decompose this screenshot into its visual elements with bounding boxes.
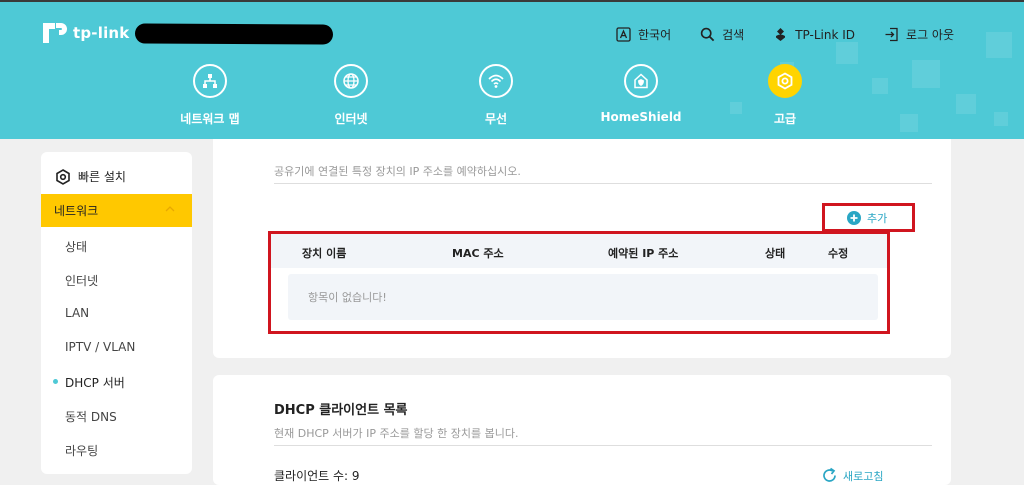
add-label: 추가	[867, 211, 888, 225]
reservation-description: 공유기에 연결된 특정 장치의 IP 주소를 예약하십시오.	[274, 165, 521, 178]
search-label: 검색	[722, 28, 745, 42]
nav-homeshield-label: HomeShield	[600, 110, 682, 124]
sidebar: 빠른 설치 네트워크 상태 인터넷 LAN IPTV / VLAN DHCP 서…	[41, 152, 192, 474]
homeshield-icon-circle	[624, 64, 658, 98]
column-status: 상태	[765, 247, 786, 260]
tplink-id-icon	[776, 28, 786, 41]
tplink-logo-icon	[43, 23, 67, 43]
tplink-logo[interactable]: tp-link	[40, 19, 129, 47]
quick-setup-icon	[56, 168, 70, 185]
gear-icon	[777, 72, 793, 90]
nav-advanced[interactable]: 고급	[730, 64, 840, 127]
top-header: tp-link 한국어 검색 TP-Link ID 로그 아웃 네트워크 맵 인…	[0, 0, 1024, 139]
column-device-name: 장치 이름	[302, 247, 347, 260]
homeshield-icon	[634, 73, 648, 89]
sidebar-section-network[interactable]: 네트워크	[41, 194, 192, 227]
refresh-button[interactable]: 새로고침	[821, 467, 883, 484]
nav-internet[interactable]: 인터넷	[296, 64, 406, 127]
client-list-title: DHCP 클라이언트 목록	[274, 403, 408, 418]
sidebar-item-dhcp-server[interactable]: DHCP 서버	[65, 374, 125, 391]
sidebar-item-status[interactable]: 상태	[65, 238, 87, 255]
brand-name: tp-link	[73, 24, 130, 42]
wifi-icon	[488, 74, 504, 88]
tplink-id-label: TP-Link ID	[795, 27, 856, 42]
sidebar-section-label: 네트워크	[54, 204, 99, 218]
client-count: 클라이언트 수: 9	[274, 469, 360, 483]
tplink-id-link[interactable]: TP-Link ID	[773, 26, 855, 43]
sidebar-item-iptv-vlan[interactable]: IPTV / VLAN	[65, 340, 135, 354]
plus-circle-icon	[847, 210, 861, 225]
gear-icon-circle	[768, 64, 802, 98]
empty-table-message: 항목이 없습니다!	[288, 274, 878, 320]
network-map-icon	[203, 74, 217, 88]
table-header: 장치 이름 MAC 주소 예약된 IP 주소 상태 수정	[271, 234, 887, 268]
chevron-up-icon	[165, 206, 175, 212]
language-label: 한국어	[638, 28, 672, 42]
nav-internet-label: 인터넷	[334, 112, 368, 126]
language-icon	[616, 27, 631, 42]
search-link[interactable]: 검색	[700, 26, 744, 43]
globe-icon	[343, 73, 359, 89]
nav-advanced-label: 고급	[773, 112, 797, 126]
language-link[interactable]: 한국어	[616, 26, 671, 43]
column-edit: 수정	[828, 247, 849, 260]
logout-icon	[885, 27, 898, 42]
search-icon	[700, 27, 715, 42]
client-list-description: 현재 DHCP 서버가 IP 주소를 할당 한 장치를 봅니다.	[274, 427, 519, 440]
sidebar-item-internet[interactable]: 인터넷	[65, 272, 98, 289]
quick-setup-link[interactable]: 빠른 설치	[55, 168, 126, 185]
logout-link[interactable]: 로그 아웃	[884, 26, 954, 43]
wifi-icon-circle	[479, 64, 513, 98]
nav-homeshield[interactable]: HomeShield	[586, 64, 696, 124]
redacted-model-name	[134, 23, 334, 45]
network-map-icon-circle	[193, 64, 227, 98]
nav-network-map[interactable]: 네트워크 맵	[155, 64, 265, 127]
header-links: 한국어 검색 TP-Link ID 로그 아웃	[616, 26, 983, 43]
nav-network-map-label: 네트워크 맵	[180, 112, 240, 126]
sidebar-item-lan[interactable]: LAN	[65, 306, 89, 320]
sidebar-item-dynamic-dns[interactable]: 동적 DNS	[65, 408, 117, 425]
logout-label: 로그 아웃	[906, 28, 955, 42]
address-reservation-card: 공유기에 연결된 특정 장치의 IP 주소를 예약하십시오. 추가 장치 이름 …	[213, 139, 951, 358]
quick-setup-label: 빠른 설치	[78, 170, 126, 184]
add-reservation-button[interactable]: 추가	[822, 203, 915, 232]
sidebar-item-routing[interactable]: 라우팅	[65, 442, 98, 459]
current-item-dot	[53, 379, 58, 384]
refresh-label: 새로고침	[843, 469, 884, 483]
globe-icon-circle	[334, 64, 368, 98]
nav-wireless-label: 무선	[484, 112, 508, 126]
divider	[274, 445, 932, 446]
column-mac-address: MAC 주소	[452, 247, 504, 260]
refresh-icon	[823, 467, 836, 482]
nav-wireless[interactable]: 무선	[441, 64, 551, 127]
divider	[274, 183, 932, 184]
reservation-table: 장치 이름 MAC 주소 예약된 IP 주소 상태 수정 항목이 없습니다!	[268, 231, 890, 334]
dhcp-client-list-card: DHCP 클라이언트 목록 현재 DHCP 서버가 IP 주소를 할당 한 장치…	[213, 375, 951, 485]
column-reserved-ip: 예약된 IP 주소	[608, 247, 679, 260]
